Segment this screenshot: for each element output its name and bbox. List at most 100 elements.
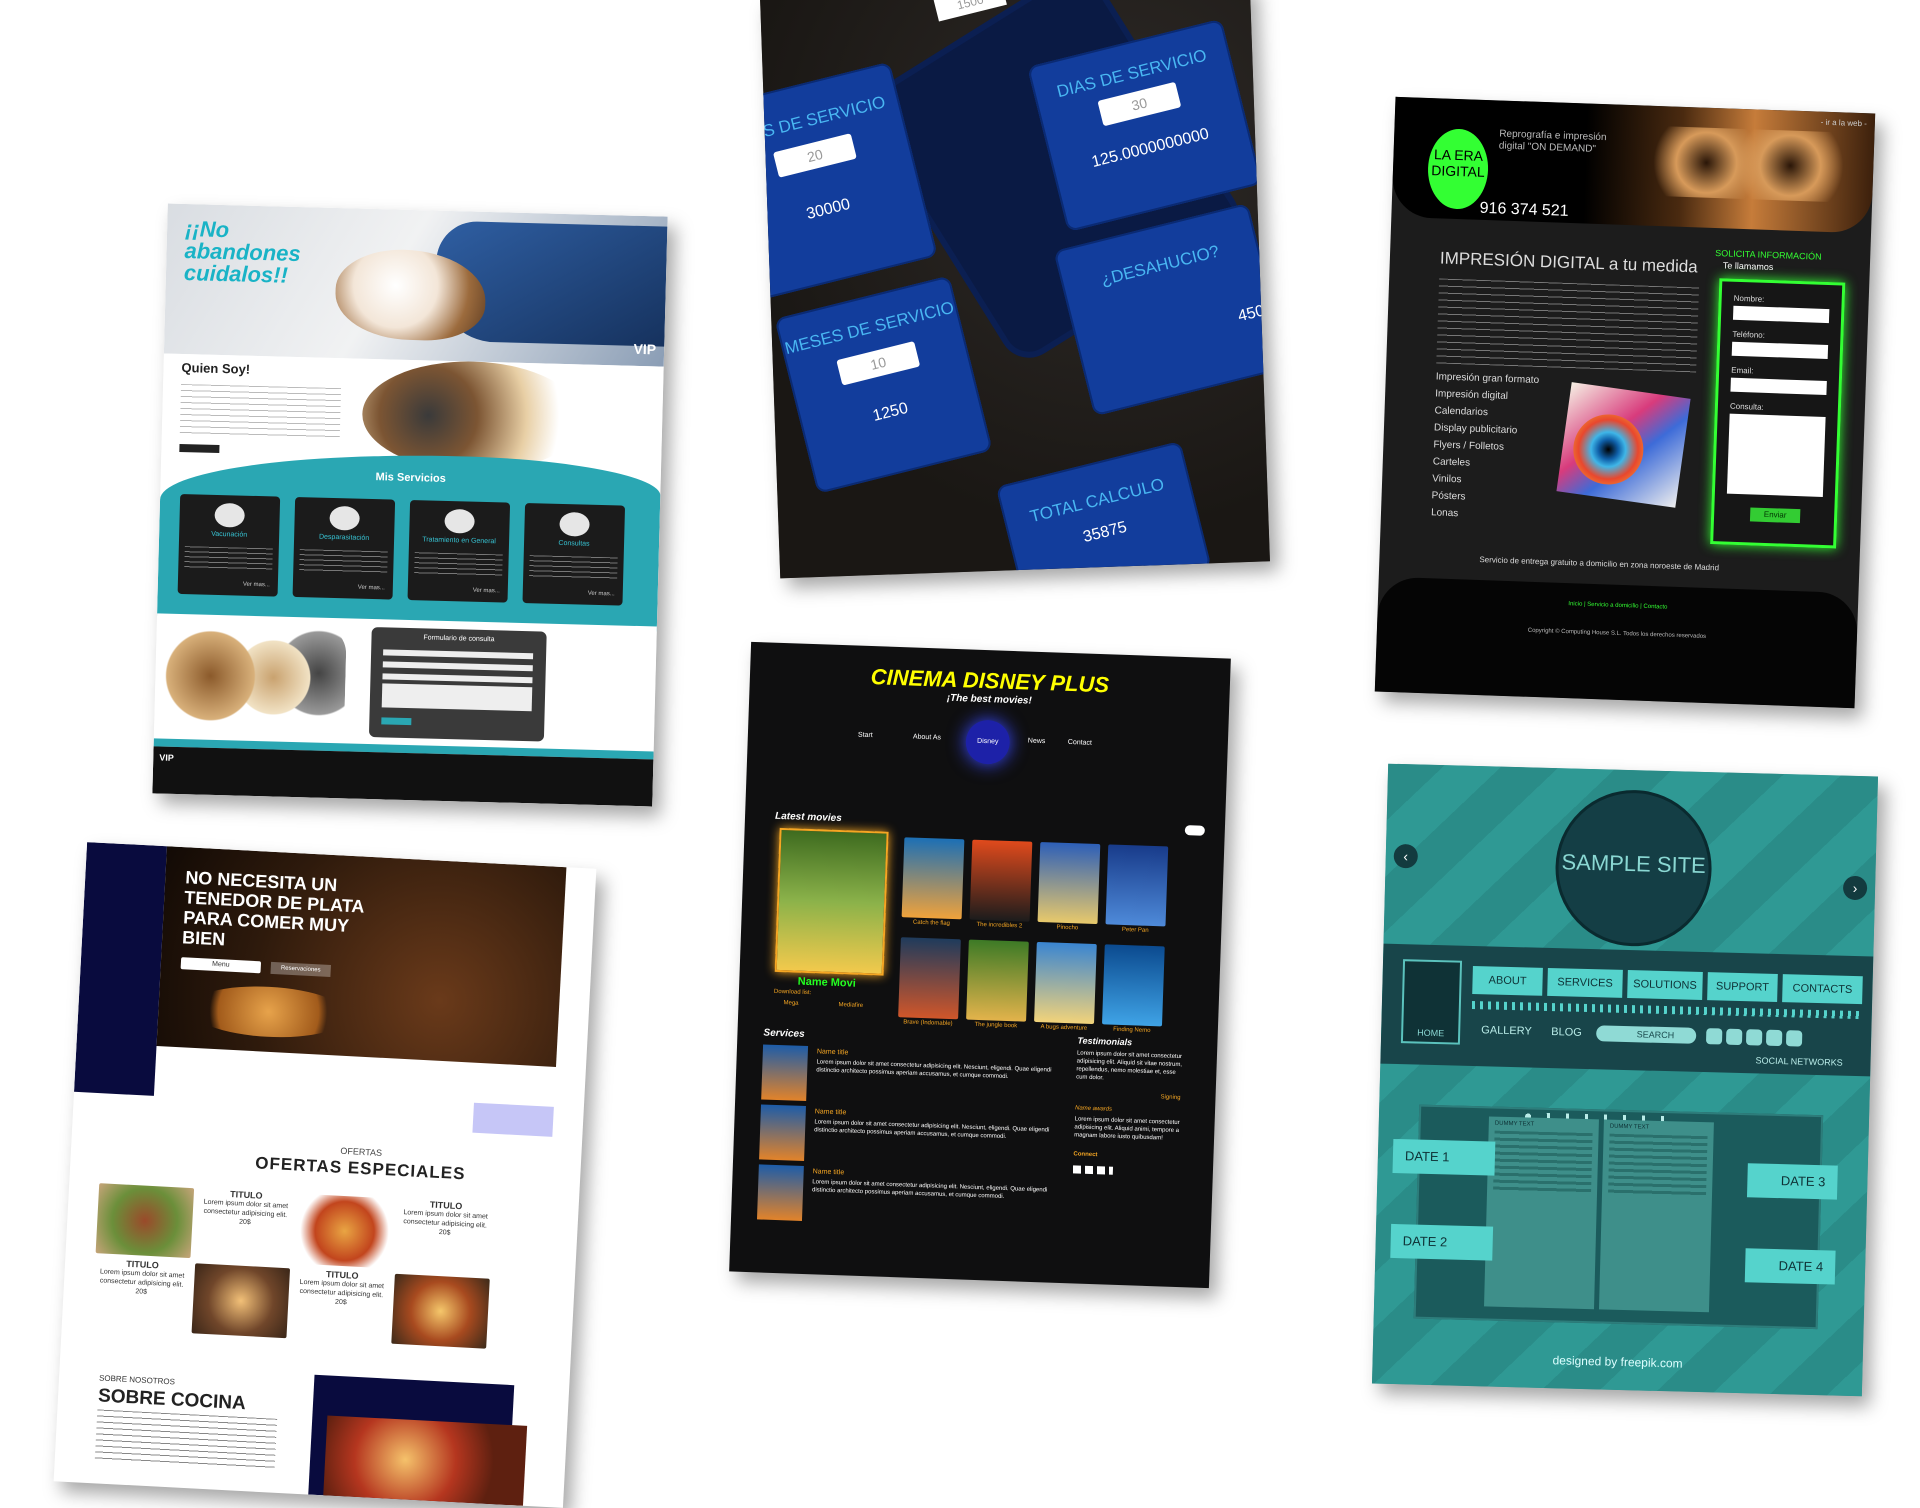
- tab-support[interactable]: SUPPORT: [1707, 972, 1778, 1002]
- send-button[interactable]: Enviar: [1749, 507, 1801, 524]
- featured-poster[interactable]: [774, 827, 889, 976]
- vet-hero-title: ¡¡No abandones cuidalos!!: [183, 216, 302, 288]
- vet-about-button[interactable]: [179, 443, 220, 453]
- column-text: [1608, 1133, 1708, 1197]
- nav-news[interactable]: News: [1028, 738, 1046, 746]
- service-more-link[interactable]: Ver mas...: [588, 591, 615, 598]
- social-icon[interactable]: [1745, 1029, 1763, 1046]
- stethoscope-icon: [559, 511, 590, 537]
- form-input[interactable]: [382, 673, 533, 684]
- logo-line-1: LA ERA: [1433, 146, 1484, 164]
- service-card[interactable]: Desparasitación Ver mas...: [292, 496, 396, 600]
- service-title: Vacunación: [211, 530, 248, 539]
- tab-about[interactable]: ABOUT: [1472, 965, 1543, 996]
- social-icons[interactable]: [1072, 1165, 1114, 1175]
- movie-title: Peter Pan: [1121, 926, 1149, 934]
- service-image: [761, 1044, 809, 1102]
- vet-logo: VIP: [633, 340, 657, 358]
- list-item: Lonas: [1430, 507, 1459, 520]
- info-request-form: Nombre: Teléfono: Email: Consulta: Envia…: [1710, 278, 1846, 549]
- footer-links[interactable]: Inicio | Servicio a domicilio | Contacto: [1378, 595, 1858, 618]
- service-more-link[interactable]: Ver mas...: [358, 585, 385, 592]
- testimonial-signature: Signing: [1160, 1094, 1181, 1102]
- movie-poster[interactable]: [966, 939, 1029, 1022]
- service-title: Name title: [812, 1168, 845, 1177]
- nav-start[interactable]: Start: [858, 732, 873, 740]
- eyes-image: [1642, 125, 1855, 203]
- home-button[interactable]: HOME: [1400, 959, 1463, 1045]
- dish-image: [191, 1263, 291, 1339]
- vet-website-thumbnail: ¡¡No abandones cuidalos!! VIP Quien Soy!…: [152, 203, 668, 807]
- food-image: [187, 982, 350, 1041]
- restaurant-website-thumbnail: NO NECESITA UN TENEDOR DE PLATA PARA COM…: [53, 842, 597, 1508]
- restaurant-side-panel: [74, 842, 167, 1096]
- tab-contacts[interactable]: CONTACTS: [1782, 974, 1863, 1005]
- dish-image: [95, 1183, 195, 1259]
- movie-title: Brave (Indomable): [903, 1019, 953, 1028]
- content-column: DUMMY TEXT: [1484, 1116, 1599, 1310]
- social-icon[interactable]: [1725, 1028, 1743, 1046]
- restaurant-hero-title: NO NECESITA UN TENEDOR DE PLATA PARA COM…: [181, 867, 365, 950]
- social-icon[interactable]: [1705, 1028, 1723, 1045]
- kitchen-image: [323, 1415, 528, 1506]
- service-card[interactable]: Vacunación Ver mas...: [177, 493, 281, 597]
- movie-poster[interactable]: [969, 839, 1033, 922]
- name-field[interactable]: [1732, 305, 1830, 324]
- search-input[interactable]: SEARCH: [1596, 1025, 1697, 1044]
- mediafire-link[interactable]: Mediafire: [838, 1002, 863, 1009]
- disney-logo[interactable]: Disney: [965, 719, 1011, 765]
- service-more-link[interactable]: Ver mas...: [243, 582, 270, 589]
- calc-tile-value: 30000: [804, 195, 852, 223]
- tab-solutions[interactable]: SOLUTIONS: [1627, 970, 1703, 1000]
- social-icon[interactable]: [1765, 1029, 1783, 1047]
- movie-poster[interactable]: [898, 937, 961, 1020]
- service-more-link[interactable]: Ver mas...: [473, 588, 500, 595]
- mega-link[interactable]: Mega: [783, 1000, 798, 1007]
- calc-input[interactable]: 20: [772, 133, 857, 178]
- form-input[interactable]: [382, 661, 533, 672]
- date-label: DATE 2: [1390, 1223, 1494, 1261]
- print-tagline: Reprografía e impresión digital "ON DEMA…: [1498, 128, 1607, 155]
- footer-copyright: Copyright © Computing House S.L. Todos l…: [1527, 627, 1707, 640]
- dish-image: [391, 1273, 490, 1349]
- service-image: [756, 1164, 804, 1221]
- puppies-image: [164, 619, 347, 735]
- service-title: Tratamiento en General: [422, 536, 496, 546]
- sample-site-thumbnail: ‹ › SAMPLE SITE HOME ABOUT SERVICES SOLU…: [1371, 763, 1879, 1397]
- social-icon[interactable]: [1785, 1030, 1803, 1047]
- reservations-button[interactable]: Reservaciones: [270, 961, 331, 978]
- form-textarea[interactable]: [381, 683, 533, 712]
- vet-about-text: [179, 383, 342, 439]
- print-services-list: Impresión gran formato Impresión digital…: [1431, 368, 1540, 525]
- print-paragraph: [1436, 278, 1700, 373]
- home-label: HOME: [1417, 1027, 1445, 1039]
- movie-poster[interactable]: [1105, 844, 1169, 927]
- column-title: DUMMY TEXT: [1494, 1120, 1535, 1128]
- about-text: [94, 1409, 278, 1469]
- theme-toggle[interactable]: [1184, 825, 1205, 836]
- service-title: Name title: [814, 1108, 847, 1117]
- service-card[interactable]: Tratamiento en General Ver mas...: [407, 500, 511, 603]
- nav-contact[interactable]: Contact: [1068, 739, 1092, 747]
- menu-button[interactable]: Menu: [180, 957, 262, 974]
- form-submit-button[interactable]: [381, 717, 412, 726]
- restaurant-hero: NO NECESITA UN TENEDOR DE PLATA PARA COM…: [156, 846, 567, 1067]
- goto-web-link[interactable]: - ir a la web -: [1821, 118, 1868, 129]
- testimonials-title: Testimonials: [1077, 1035, 1133, 1048]
- service-card[interactable]: Consultas Ver mas...: [522, 503, 626, 606]
- service-title: Desparasitación: [318, 533, 370, 542]
- form-input[interactable]: [383, 649, 534, 660]
- query-field[interactable]: [1726, 413, 1826, 497]
- calc-input[interactable]: 10: [836, 341, 921, 386]
- blog-link[interactable]: BLOG: [1551, 1026, 1582, 1039]
- nav-about[interactable]: About As: [913, 734, 941, 742]
- movie-poster[interactable]: [1037, 842, 1101, 925]
- gallery-link[interactable]: GALLERY: [1481, 1024, 1532, 1037]
- tab-services[interactable]: SERVICES: [1547, 967, 1623, 998]
- email-field[interactable]: [1730, 377, 1827, 396]
- phone-field[interactable]: [1731, 341, 1829, 360]
- movie-poster[interactable]: [901, 837, 965, 920]
- movie-poster[interactable]: [1102, 944, 1165, 1027]
- field-label: Consulta:: [1729, 401, 1764, 412]
- movie-poster[interactable]: [1034, 941, 1097, 1025]
